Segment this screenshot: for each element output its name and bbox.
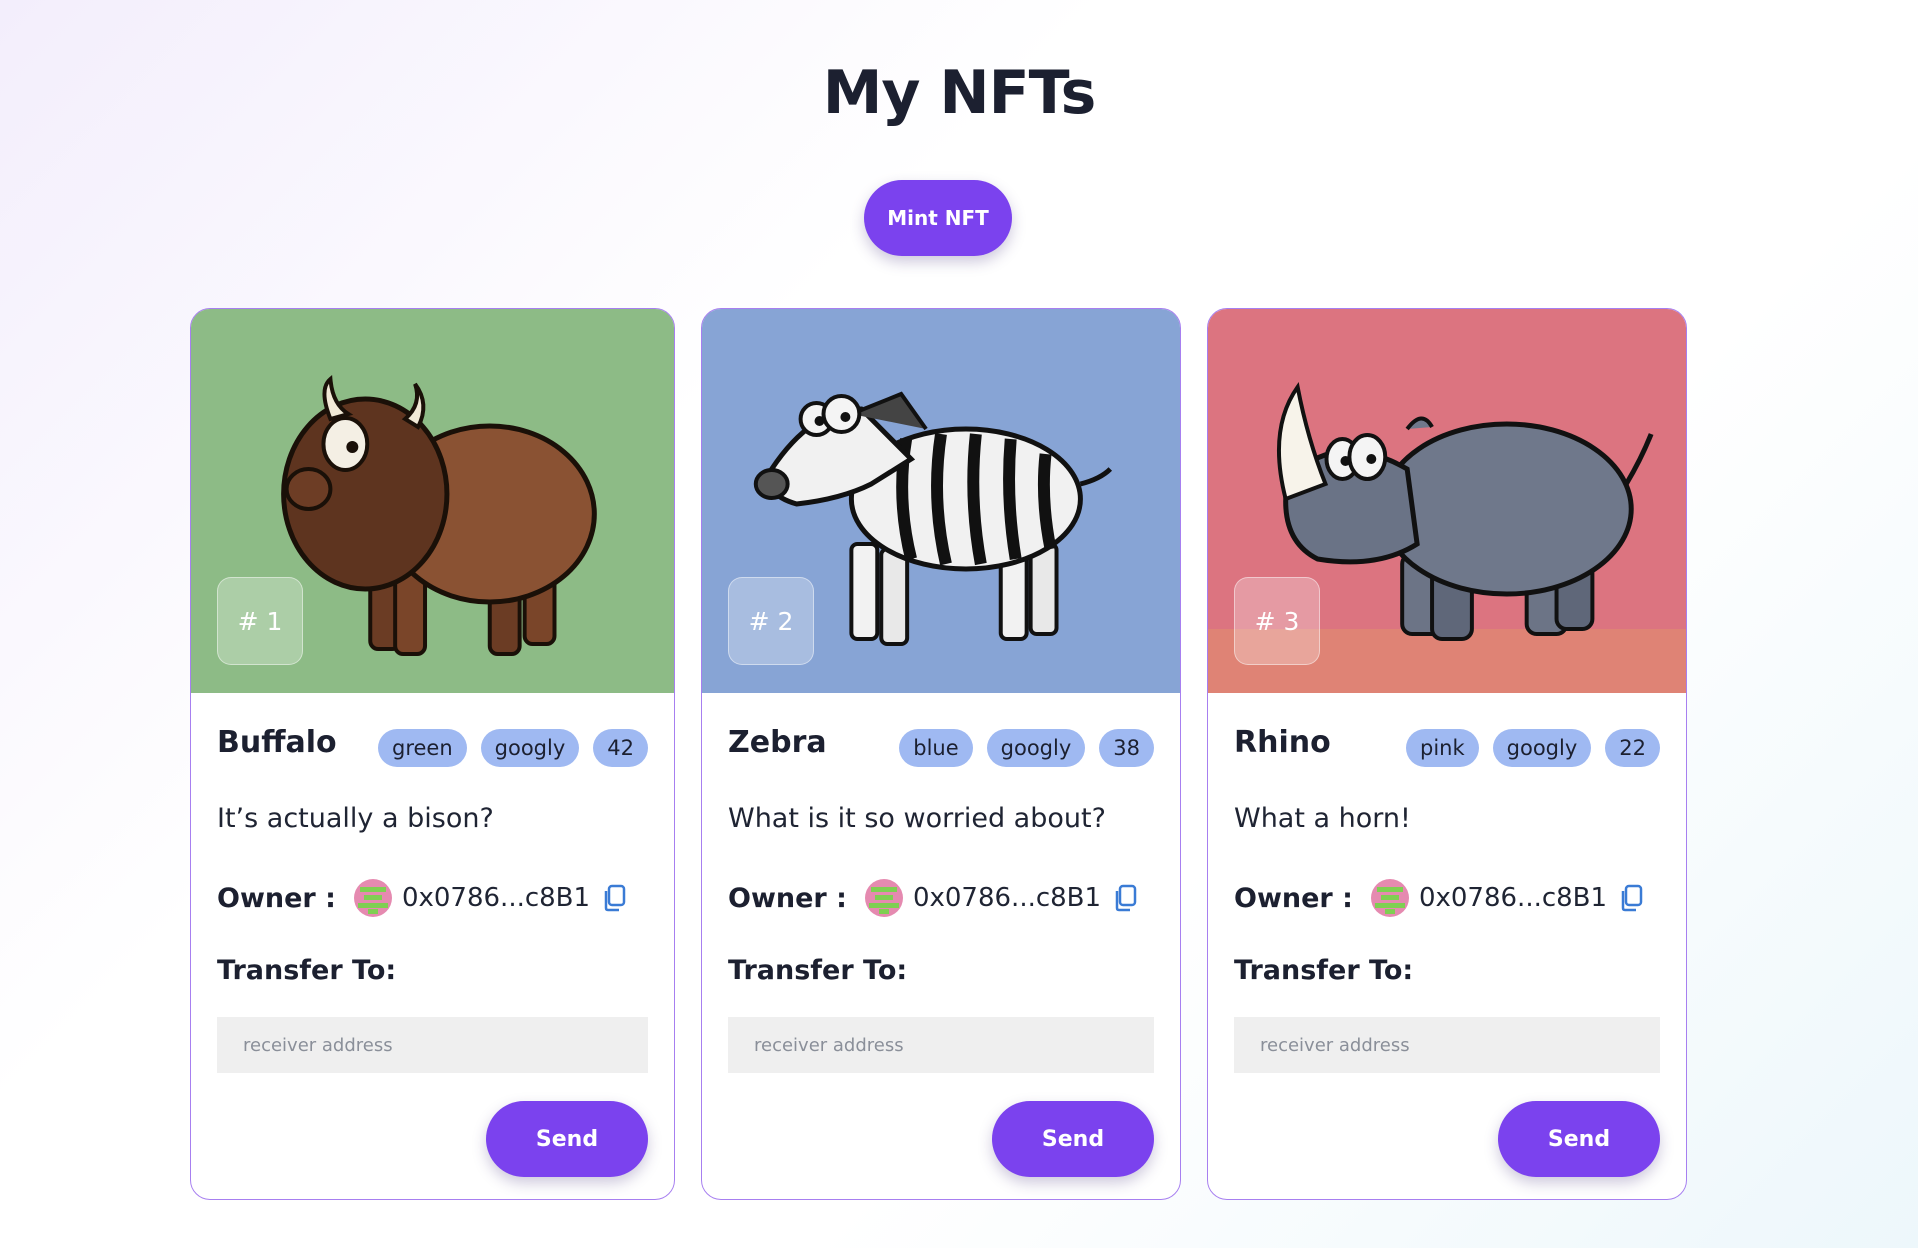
tag-eyes: googly [986, 729, 1086, 767]
send-button[interactable]: Send [486, 1101, 648, 1177]
receiver-address-input[interactable] [1234, 1017, 1660, 1073]
mint-nft-button[interactable]: Mint NFT [864, 180, 1012, 256]
owner-avatar [353, 879, 392, 917]
nft-image-zebra: # 2 [702, 309, 1180, 693]
token-id-badge: # 1 [217, 577, 303, 665]
page-title: My NFTs [822, 58, 1097, 128]
owner-avatar [864, 879, 903, 917]
transfer-to-label: Transfer To: [728, 955, 908, 986]
copy-icon[interactable] [1113, 884, 1139, 912]
owner-avatar [1370, 879, 1409, 917]
tag-number: 38 [1099, 729, 1154, 767]
nft-name: Buffalo [217, 725, 337, 760]
nft-image-buffalo: # 1 [191, 309, 674, 693]
owner-row: Owner : 0x0786...c8B1 [1234, 877, 1645, 919]
nft-name: Zebra [728, 725, 827, 760]
tag-list: blue googly 38 [899, 729, 1154, 767]
owner-label: Owner : [1234, 882, 1353, 914]
token-id-badge: # 2 [728, 577, 814, 665]
tag-list: pink googly 22 [1406, 729, 1660, 767]
copy-icon[interactable] [1619, 884, 1645, 912]
transfer-to-label: Transfer To: [1234, 955, 1414, 986]
nft-card-rhino: # 3 Rhino pink googly 22 What a horn! Ow… [1207, 308, 1687, 1200]
tag-number: 22 [1605, 729, 1660, 767]
transfer-to-label: Transfer To: [217, 955, 397, 986]
tag-color: blue [899, 729, 973, 767]
tag-list: green googly 42 [377, 729, 648, 767]
receiver-address-input[interactable] [728, 1017, 1154, 1073]
token-id-badge: # 3 [1234, 577, 1320, 665]
copy-icon[interactable] [602, 884, 628, 912]
tag-color: green [377, 729, 467, 767]
nft-card-buffalo: # 1 Buffalo green googly 42 It’s actuall… [190, 308, 675, 1200]
owner-address: 0x0786...c8B1 [401, 883, 591, 913]
nft-card-zebra: # 2 Zebra blue googly 38 What is it so w… [701, 308, 1181, 1200]
nft-name: Rhino [1234, 725, 1331, 760]
owner-row: Owner : 0x0786...c8B1 [217, 877, 628, 919]
send-button[interactable]: Send [992, 1101, 1154, 1177]
nft-description: What a horn! [1234, 803, 1411, 834]
owner-label: Owner : [217, 882, 336, 914]
owner-address: 0x0786...c8B1 [1418, 883, 1608, 913]
owner-address: 0x0786...c8B1 [912, 883, 1102, 913]
nft-description: What is it so worried about? [728, 803, 1106, 834]
receiver-address-input[interactable] [217, 1017, 648, 1073]
tag-eyes: googly [480, 729, 580, 767]
owner-row: Owner : 0x0786...c8B1 [728, 877, 1139, 919]
tag-color: pink [1406, 729, 1479, 767]
tag-eyes: googly [1492, 729, 1592, 767]
tag-number: 42 [593, 729, 648, 767]
nft-image-rhino: # 3 [1208, 309, 1686, 693]
nft-description: It’s actually a bison? [217, 803, 494, 834]
owner-label: Owner : [728, 882, 847, 914]
send-button[interactable]: Send [1498, 1101, 1660, 1177]
